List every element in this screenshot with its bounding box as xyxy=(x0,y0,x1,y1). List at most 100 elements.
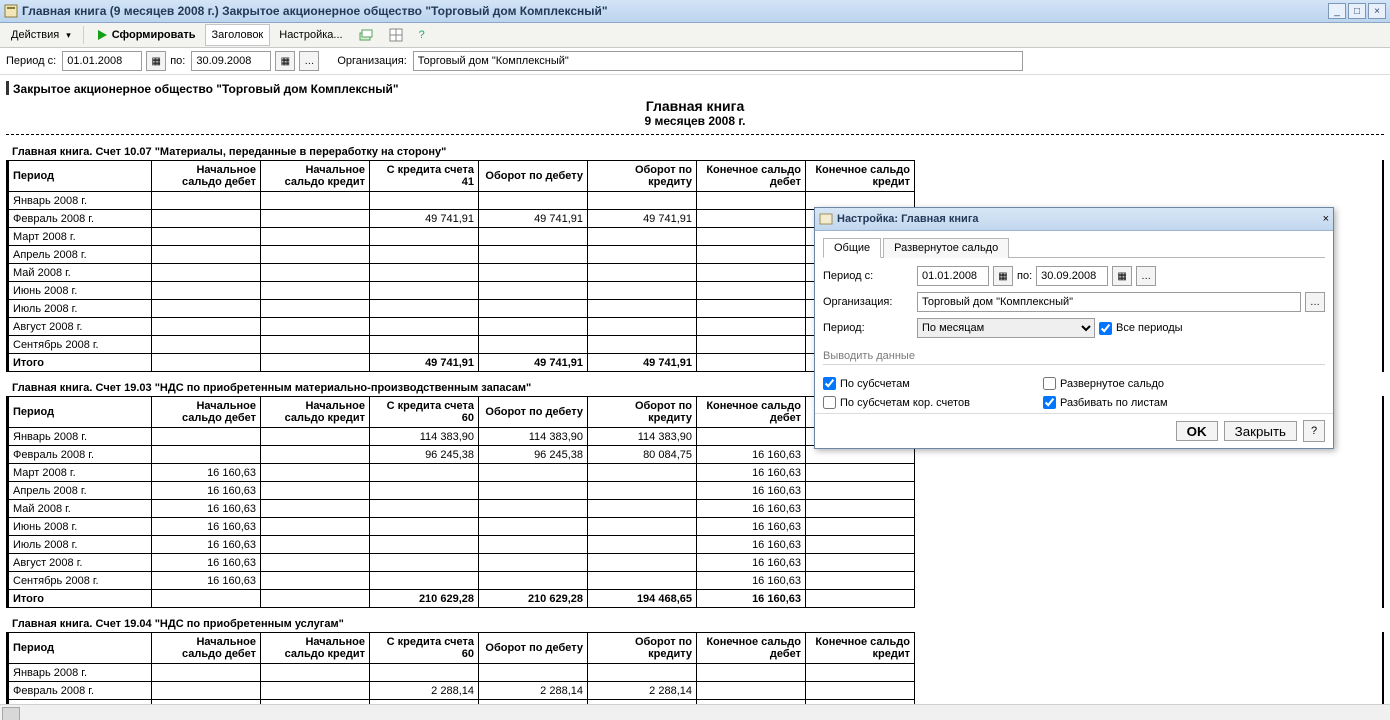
date-from-field[interactable]: 01.01.2008 xyxy=(62,51,142,71)
dlg-ok-button[interactable]: OK xyxy=(1176,421,1218,441)
cell-value xyxy=(806,682,915,700)
cell-value xyxy=(806,664,915,682)
cell-period: Январь 2008 г. xyxy=(9,192,152,210)
settings-button[interactable]: Настройка... xyxy=(272,24,349,46)
date-from-picker[interactable]: ▦ xyxy=(146,51,166,71)
col-header: Конечное сальдо дебет xyxy=(697,397,806,428)
cell-value xyxy=(370,536,479,554)
horizontal-scrollbar[interactable] xyxy=(0,704,1390,720)
minimize-button[interactable]: _ xyxy=(1328,3,1346,19)
dlg-period-select[interactable]: … xyxy=(1136,266,1156,286)
table-row: Май 2008 г.16 160,6316 160,63 xyxy=(9,500,915,518)
generate-label: Сформировать xyxy=(112,29,196,41)
cell-value xyxy=(261,336,370,354)
po-label: по: xyxy=(170,55,185,67)
toolbar-icon-2[interactable] xyxy=(382,24,410,46)
cell-value xyxy=(697,682,806,700)
dlg-group-title: Выводить данные xyxy=(823,350,1325,365)
dialog-titlebar: Настройка: Главная книга × xyxy=(815,208,1333,231)
col-header: Начальное сальдо кредит xyxy=(261,633,370,664)
cell-value xyxy=(261,482,370,500)
org-field[interactable]: Торговый дом "Комплексный" xyxy=(413,51,1023,71)
section-caption: Главная книга. Счет 19.04 "НДС по приобр… xyxy=(6,616,1384,632)
cell-value: 49 741,91 xyxy=(479,210,588,228)
cell-value xyxy=(697,192,806,210)
date-to-field[interactable]: 30.09.2008 xyxy=(191,51,271,71)
dlg-period-select-dd[interactable]: По месяцам xyxy=(917,318,1095,338)
cell-value xyxy=(152,192,261,210)
dialog-close-x[interactable]: × xyxy=(1323,213,1329,225)
cell-period: Февраль 2008 г. xyxy=(9,446,152,464)
cell-value: 16 160,63 xyxy=(152,500,261,518)
cell-value xyxy=(152,264,261,282)
chk-by-sheets[interactable]: Разбивать по листам xyxy=(1043,396,1168,409)
toolbar-help-button[interactable]: ? xyxy=(412,24,432,46)
chk-by-sub-kor[interactable]: По субсчетам кор. счетов xyxy=(823,396,1043,409)
cell-value xyxy=(152,246,261,264)
cell-value xyxy=(479,318,588,336)
dlg-all-periods[interactable]: Все периоды xyxy=(1099,322,1183,335)
cell-value: 2 288,14 xyxy=(479,682,588,700)
cell-value xyxy=(806,572,915,590)
total-row: Итого210 629,28210 629,28194 468,6516 16… xyxy=(9,590,915,608)
help-icon: ? xyxy=(419,29,425,41)
cell-value xyxy=(152,210,261,228)
dlg-po-label: по: xyxy=(1017,270,1032,282)
cell-value xyxy=(479,664,588,682)
cell-value xyxy=(806,536,915,554)
cell-value: 16 160,63 xyxy=(697,572,806,590)
actions-menu-button[interactable]: Действия xyxy=(4,24,78,46)
cell-value: 16 160,63 xyxy=(152,554,261,572)
header-button[interactable]: Заголовок xyxy=(205,24,271,46)
tab-expanded-saldo[interactable]: Развернутое сальдо xyxy=(883,238,1009,258)
dlg-date-to-picker[interactable]: ▦ xyxy=(1112,266,1132,286)
dlg-date-from[interactable]: 01.01.2008 xyxy=(917,266,989,286)
cell-value: 96 245,38 xyxy=(479,446,588,464)
dlg-org-field[interactable]: Торговый дом "Комплексный" xyxy=(917,292,1301,312)
cell-value xyxy=(261,228,370,246)
cell-value xyxy=(479,500,588,518)
dlg-all-periods-chk[interactable] xyxy=(1099,322,1112,335)
maximize-button[interactable]: □ xyxy=(1348,3,1366,19)
tab-general[interactable]: Общие xyxy=(823,238,881,258)
generate-button[interactable]: Сформировать xyxy=(89,24,203,46)
cell-value xyxy=(697,336,806,354)
cell-value xyxy=(479,464,588,482)
col-header: С кредита счета 60 xyxy=(370,633,479,664)
filter-bar: Период с: 01.01.2008 ▦ по: 30.09.2008 ▦ … xyxy=(0,48,1390,75)
toolbar-icon-1[interactable] xyxy=(352,24,380,46)
cell-value xyxy=(261,446,370,464)
dlg-close-button[interactable]: Закрыть xyxy=(1224,421,1297,441)
app-icon xyxy=(4,4,18,18)
dlg-help-button[interactable]: ? xyxy=(1303,420,1325,442)
cell-period: Май 2008 г. xyxy=(9,500,152,518)
period-select-button[interactable]: … xyxy=(299,51,319,71)
col-header: Период xyxy=(9,633,152,664)
dlg-date-from-picker[interactable]: ▦ xyxy=(993,266,1013,286)
cell-period: Апрель 2008 г. xyxy=(9,246,152,264)
cell-value xyxy=(261,264,370,282)
cell-value xyxy=(261,664,370,682)
cell-value xyxy=(370,336,479,354)
cell-value xyxy=(697,318,806,336)
window-titlebar: Главная книга (9 месяцев 2008 г.) Закрыт… xyxy=(0,0,1390,23)
close-window-button[interactable]: × xyxy=(1368,3,1386,19)
cell-value xyxy=(588,536,697,554)
cell-period: Январь 2008 г. xyxy=(9,428,152,446)
chk-expanded-saldo[interactable]: Развернутое сальдо xyxy=(1043,377,1168,390)
dlg-date-to[interactable]: 30.09.2008 xyxy=(1036,266,1108,286)
cell-value xyxy=(588,192,697,210)
cell-value xyxy=(588,664,697,682)
actions-label: Действия xyxy=(11,29,59,41)
dlg-org-select[interactable]: … xyxy=(1305,292,1325,312)
chk-by-sub[interactable]: По субсчетам xyxy=(823,377,1043,390)
cell-value xyxy=(697,282,806,300)
table-row: Август 2008 г. xyxy=(9,318,915,336)
date-to-picker[interactable]: ▦ xyxy=(275,51,295,71)
cell-value xyxy=(152,336,261,354)
col-header: Конечное сальдо дебет xyxy=(697,161,806,192)
cell-value xyxy=(370,464,479,482)
cell-value xyxy=(261,318,370,336)
grid-icon xyxy=(389,28,403,42)
cell-value xyxy=(697,664,806,682)
